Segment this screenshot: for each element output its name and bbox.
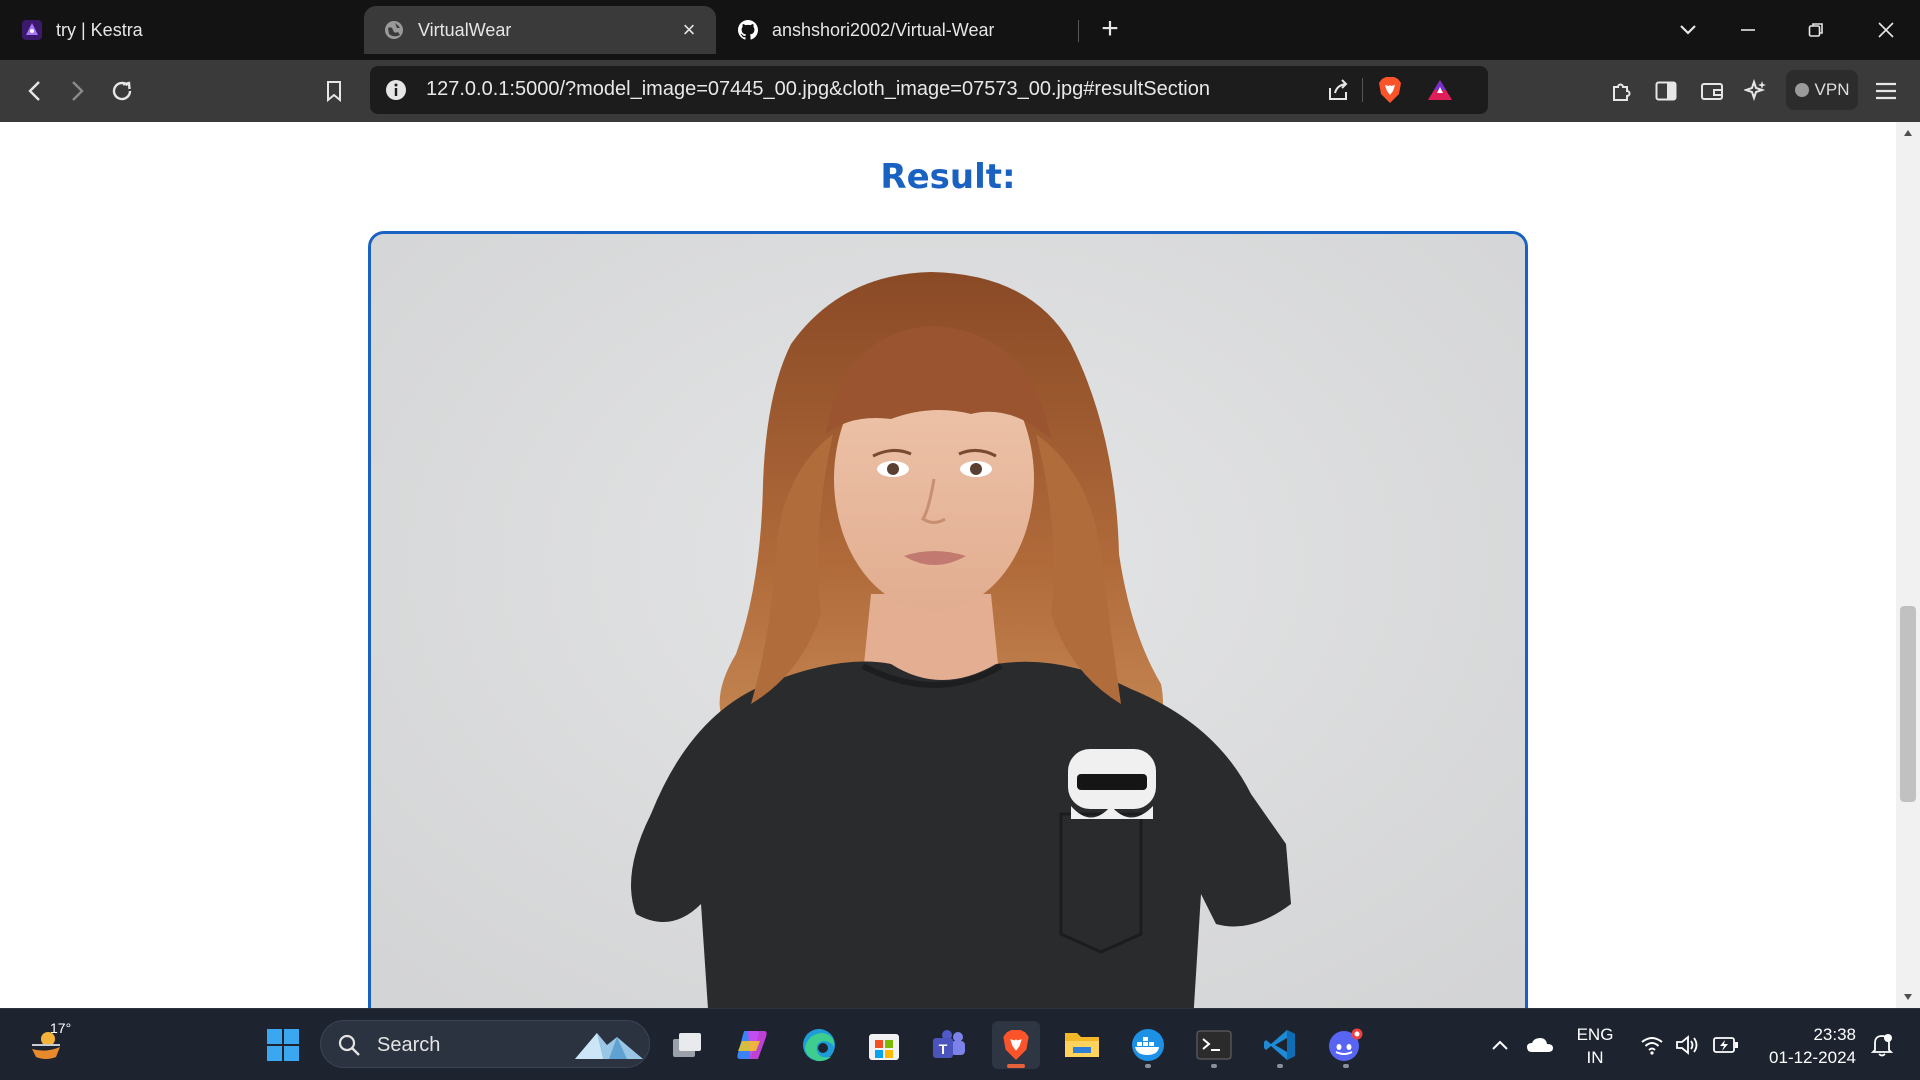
tab-virtualwear[interactable]: VirtualWear × <box>364 6 716 54</box>
brave-shields-icon[interactable] <box>1376 76 1404 104</box>
microsoft-store-icon[interactable] <box>860 1021 908 1069</box>
running-indicator <box>1211 1064 1217 1068</box>
terminal-icon[interactable] <box>1190 1021 1238 1069</box>
windows-start-icon[interactable] <box>259 1021 307 1069</box>
restore-icon[interactable] <box>1796 10 1836 50</box>
discord-icon[interactable] <box>1322 1021 1370 1069</box>
divider <box>1362 78 1363 102</box>
github-icon <box>738 20 758 40</box>
extensions-icon[interactable] <box>1604 73 1640 109</box>
close-tab-icon[interactable]: × <box>678 19 700 41</box>
svg-text:T: T <box>939 1041 948 1057</box>
minimize-icon[interactable] <box>1728 10 1768 50</box>
edge-icon[interactable] <box>795 1021 843 1069</box>
search-placeholder: Search <box>377 1034 441 1056</box>
sidebar-icon[interactable] <box>1648 73 1684 109</box>
running-indicator <box>1277 1064 1283 1068</box>
scroll-up-arrow-icon[interactable] <box>1896 122 1920 144</box>
system-clock[interactable]: 23:38 01-12-2024 <box>1752 1023 1856 1069</box>
back-icon[interactable] <box>16 73 52 109</box>
tab-title: try | Kestra <box>56 19 143 40</box>
wifi-icon[interactable] <box>1632 1009 1672 1080</box>
language-code: ENG <box>1576 1025 1614 1044</box>
region-code: IN <box>1586 1048 1604 1067</box>
kestra-icon <box>22 20 42 40</box>
tab-search-chevron-icon[interactable] <box>1668 10 1708 50</box>
tab-title: anshshori2002/Virtual-Wear <box>772 19 995 40</box>
brave-taskbar-icon[interactable] <box>992 1021 1040 1069</box>
address-bar[interactable]: 127.0.0.1:5000/?model_image=07445_00.jpg… <box>370 66 1488 114</box>
copilot-icon[interactable] <box>728 1021 776 1069</box>
browser-toolbar: 127.0.0.1:5000/?model_image=07445_00.jpg… <box>0 60 1920 122</box>
docker-icon[interactable] <box>1124 1021 1172 1069</box>
notifications-bell-icon[interactable] <box>1864 1009 1900 1080</box>
result-image-frame <box>368 231 1528 1008</box>
clock-date: 01-12-2024 <box>1769 1048 1856 1067</box>
globe-icon <box>385 21 403 39</box>
battery-charging-icon[interactable] <box>1706 1009 1746 1080</box>
tab-separator <box>1078 20 1079 42</box>
running-indicator <box>1343 1064 1349 1068</box>
site-info-icon[interactable] <box>384 78 408 102</box>
search-icon <box>338 1034 360 1056</box>
wallet-icon[interactable] <box>1694 73 1730 109</box>
volume-icon[interactable] <box>1668 1009 1708 1080</box>
brave-rewards-icon[interactable] <box>1426 76 1454 104</box>
bookmark-icon[interactable] <box>316 73 352 109</box>
search-highlight-icon <box>575 1033 643 1059</box>
running-indicator <box>1007 1064 1025 1068</box>
language-indicator[interactable]: ENG IN <box>1570 1023 1620 1069</box>
vpn-button[interactable]: VPN <box>1786 70 1858 110</box>
onedrive-cloud-icon[interactable] <box>1520 1009 1560 1080</box>
running-indicator <box>1145 1064 1151 1068</box>
url-text[interactable]: 127.0.0.1:5000/?model_image=07445_00.jpg… <box>426 78 1210 101</box>
teams-icon[interactable]: T <box>925 1021 973 1069</box>
task-view-icon[interactable] <box>663 1021 711 1069</box>
new-tab-button[interactable]: + <box>1092 12 1128 48</box>
file-explorer-icon[interactable] <box>1058 1021 1106 1069</box>
share-icon[interactable] <box>1324 76 1352 104</box>
scrollbar-thumb[interactable] <box>1900 606 1916 802</box>
weather-temperature: 17° <box>50 1020 72 1036</box>
forward-icon[interactable] <box>60 73 96 109</box>
menu-icon[interactable] <box>1868 73 1904 109</box>
tab-kestra[interactable]: try | Kestra <box>22 6 352 54</box>
leo-ai-icon[interactable] <box>1738 73 1774 109</box>
result-heading: Result: <box>880 157 1016 197</box>
scroll-down-arrow-icon[interactable] <box>1896 986 1920 1008</box>
page-scrollbar[interactable] <box>1896 122 1920 1008</box>
close-window-icon[interactable] <box>1866 10 1906 50</box>
vpn-status-icon <box>1794 83 1809 97</box>
tab-title: VirtualWear <box>418 19 512 40</box>
windows-taskbar: 17° Search T ENG IN 23:38 01-12-2024 <box>0 1008 1920 1080</box>
vscode-icon[interactable] <box>1256 1021 1304 1069</box>
show-hidden-icons-chevron-icon[interactable] <box>1480 1009 1520 1080</box>
tab-github[interactable]: anshshori2002/Virtual-Wear <box>738 6 1078 54</box>
tab-strip: try | Kestra VirtualWear × anshshori2002… <box>0 0 1920 60</box>
page-viewport: Result: <box>0 122 1896 1008</box>
taskbar-search[interactable]: Search <box>320 1020 650 1068</box>
clock-time: 23:38 <box>1813 1025 1856 1044</box>
reload-icon[interactable] <box>104 73 140 109</box>
result-image <box>371 234 1525 1008</box>
vpn-label: VPN <box>1814 80 1850 99</box>
